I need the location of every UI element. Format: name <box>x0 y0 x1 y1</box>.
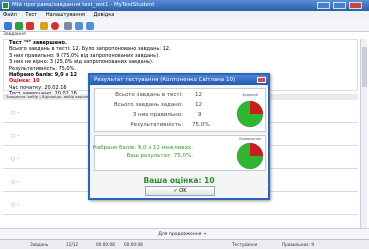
score-panel: Набрано балів: 9,0 з 12 можливих. Ваш ре… <box>92 135 266 171</box>
offered-tasks-label: Всього завдань задано: <box>114 102 183 108</box>
menu-file[interactable]: Файл <box>3 12 17 18</box>
score-percent: Ваш результат: 75,0%. <box>126 153 193 159</box>
effectiveness-label: Результативність: <box>130 122 183 128</box>
total-tasks-label: Всього завдань в тесті: <box>115 92 183 98</box>
score-line: Набрано балів: 9,0 з 12 можливих. <box>92 145 193 151</box>
ok-button[interactable]: ✔ OK <box>145 186 215 196</box>
correct-value: 9 <box>198 112 202 118</box>
total-tasks-value: 12 <box>195 92 202 98</box>
menu-bar: Файл Тест Налаштування Довідка <box>0 11 369 19</box>
correct-label: З них правильно: <box>132 112 183 118</box>
result-dialog: Результат тестування (Колтоненко Світлан… <box>88 73 270 200</box>
toolbar-record-icon[interactable] <box>51 22 59 30</box>
final-grade: Ваша оцінка: 10 <box>143 176 215 185</box>
toolbar-new-icon[interactable] <box>4 22 12 30</box>
close-button[interactable] <box>349 2 362 9</box>
next-button[interactable]: Для продовження → <box>145 231 220 238</box>
effectiveness-value: 75,0%. <box>192 122 212 128</box>
pie-caption: Правильних <box>239 137 261 141</box>
maximize-button[interactable] <box>333 2 346 9</box>
toolbar-help-icon[interactable] <box>86 22 94 30</box>
toolbar-pause-icon[interactable] <box>40 22 48 30</box>
stats-pie-chart: Заданий <box>236 93 264 128</box>
scrollbar-thumb[interactable] <box>362 47 367 87</box>
pie-slice-wrong <box>250 101 263 114</box>
radio-option[interactable]: ○ – <box>11 179 19 185</box>
window-titlebar: Мій програма/завдання test_wst1 - MyTest… <box>0 0 369 11</box>
dialog-title-text: Результат тестування (Колтоненко Світлан… <box>94 77 236 83</box>
toolbar-zoom-icon[interactable] <box>75 22 83 30</box>
offered-tasks-value: 12 <box>195 102 202 108</box>
minimize-button[interactable] <box>317 2 330 9</box>
dialog-close-icon[interactable] <box>257 77 266 83</box>
radio-option[interactable]: ○ – <box>11 133 19 139</box>
pie-caption: Заданий <box>242 93 258 97</box>
radio-option[interactable]: ○ – <box>11 110 19 116</box>
toolbar-stop-icon[interactable] <box>26 22 34 30</box>
score-pie-chart: Правильних <box>236 137 264 170</box>
pie-slice-wrong <box>250 143 263 156</box>
toolbar-settings-icon[interactable] <box>64 22 72 30</box>
toolbar-open-icon[interactable] <box>15 22 23 30</box>
menu-help[interactable]: Довідка <box>94 12 115 18</box>
document-label: Завдання <box>3 32 26 37</box>
app-icon <box>2 2 9 9</box>
ok-label: OK <box>179 188 187 194</box>
dialog-title: Результат тестування (Колтоненко Світлан… <box>90 75 268 85</box>
menu-settings[interactable]: Налаштування <box>46 12 85 18</box>
bottom-bar: Для продовження → <box>0 228 369 239</box>
radio-option[interactable]: ○ – <box>11 156 19 162</box>
stats-panel: Всього завдань в тесті: 12 Всього завдан… <box>94 88 266 132</box>
window-title: Мій програма/завдання test_wst1 - MyTest… <box>12 2 155 8</box>
toolbar <box>0 19 369 32</box>
menu-test[interactable]: Тест <box>25 12 37 18</box>
status-bar: Завдань 12/12 00:00:08 00:00:08 Тестуван… <box>0 239 369 249</box>
vertical-scrollbar[interactable] <box>360 39 367 239</box>
radio-option[interactable]: ○ – <box>11 202 19 208</box>
